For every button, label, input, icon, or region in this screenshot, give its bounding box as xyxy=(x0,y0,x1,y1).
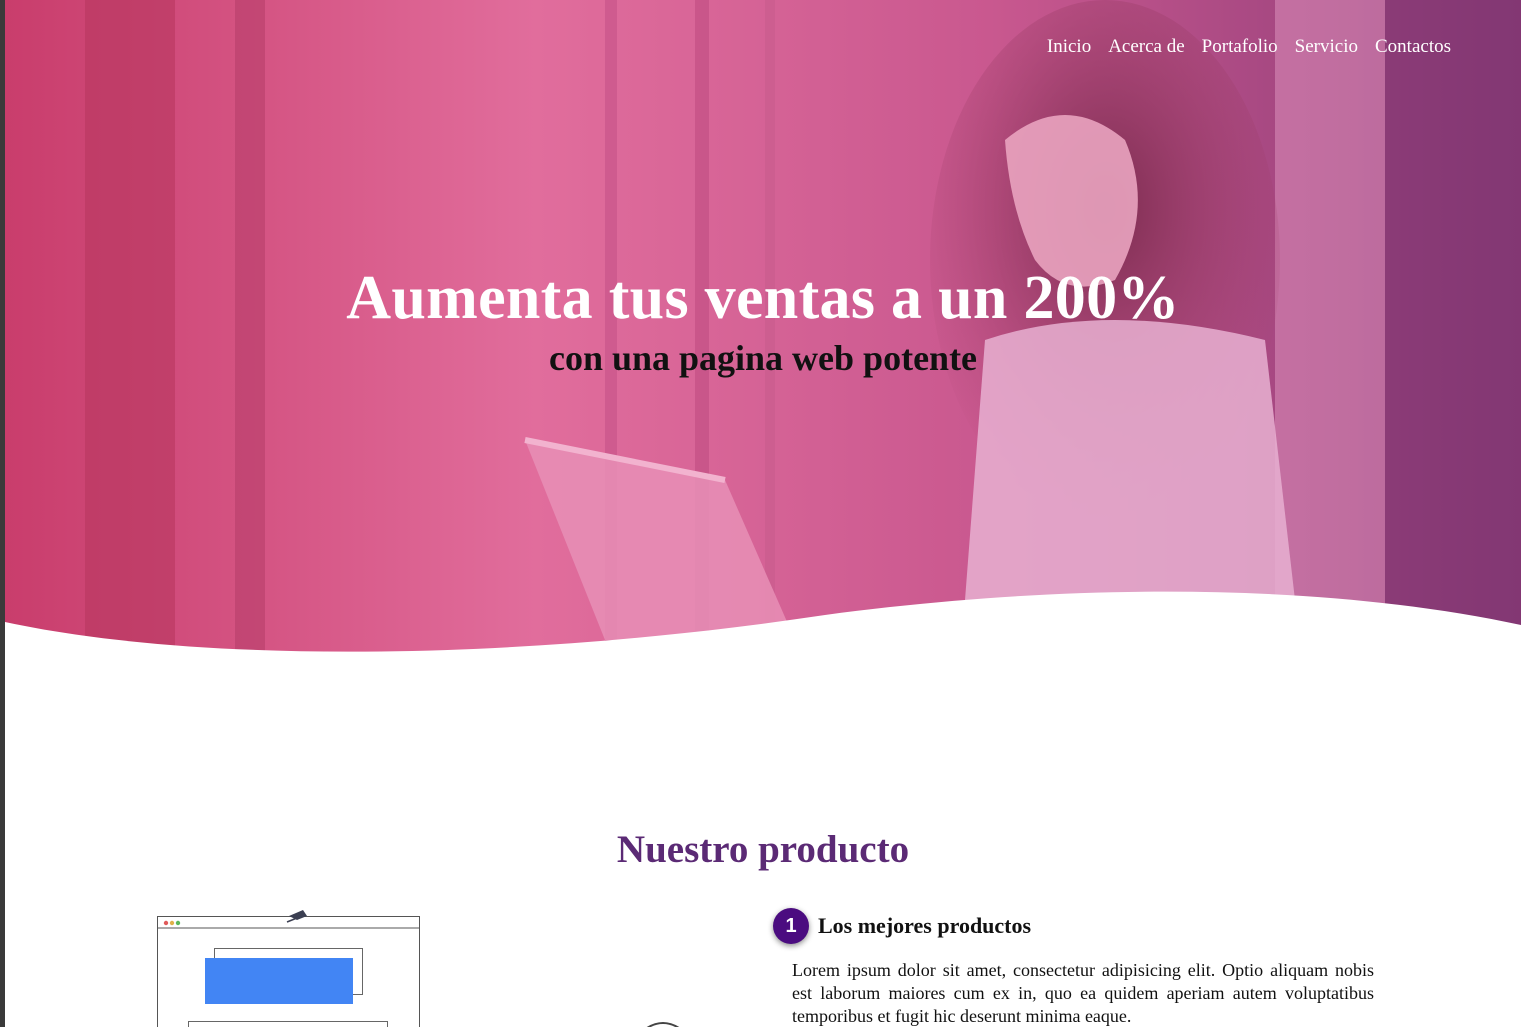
nav-item-portafolio[interactable]: Portafolio xyxy=(1202,36,1278,58)
hero-title: Aumenta tus ventas a un 200% xyxy=(346,264,1180,332)
nav-item-inicio[interactable]: Inicio xyxy=(1047,36,1091,58)
nav-item-contactos[interactable]: Contactos xyxy=(1375,36,1451,58)
hero-section: Inicio Acerca de Portafolio Servicio Con… xyxy=(5,0,1521,670)
nav-item-acerca-de[interactable]: Acerca de xyxy=(1108,36,1184,58)
feature-title: Los mejores productos xyxy=(818,913,1032,938)
browser-window-illustration xyxy=(157,910,420,1027)
section-title-product: Nuestro producto xyxy=(616,828,910,871)
main-nav: Inicio Acerca de Portafolio Servicio Con… xyxy=(1047,36,1451,58)
page: Inicio Acerca de Portafolio Servicio Con… xyxy=(5,0,1521,1027)
hero-wave-divider xyxy=(5,591,1521,670)
feature-header: 1 Los mejores productos xyxy=(773,906,1377,946)
feature-description: Lorem ipsum dolor sit amet, consectetur … xyxy=(792,960,1374,1026)
decorative-arc xyxy=(646,1022,680,1027)
hero-subtitle: con una pagina web potente xyxy=(548,338,978,378)
feature-item: 1 Los mejores productos Lorem ipsum dolo… xyxy=(773,906,1377,1027)
feature-number-badge: 1 xyxy=(773,908,809,944)
nav-item-servicio[interactable]: Servicio xyxy=(1295,36,1358,58)
